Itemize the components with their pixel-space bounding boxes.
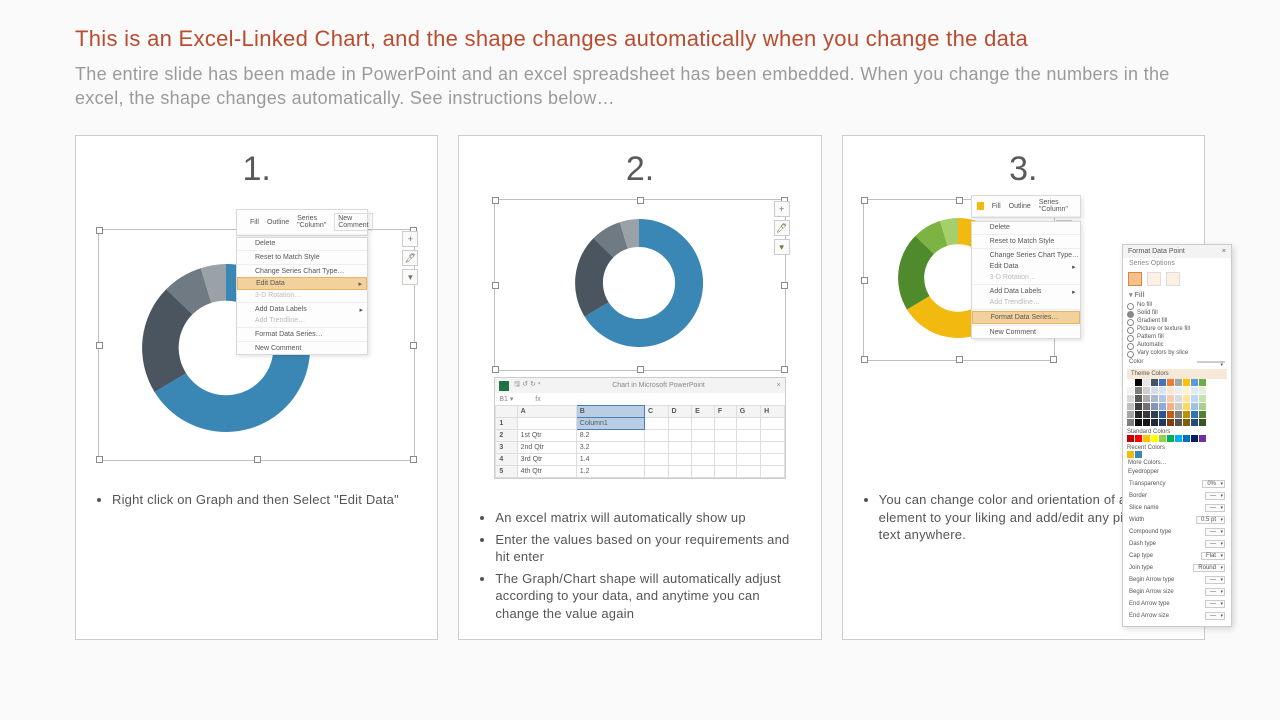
menu-format-series[interactable]: Format Data Series… — [972, 311, 1080, 324]
context-menu-1[interactable]: Delete Reset to Match Style Change Serie… — [236, 237, 368, 355]
card-number: 2. — [479, 150, 800, 189]
more-colors[interactable]: More Colors… — [1127, 458, 1227, 468]
menu-add-labels[interactable]: Add Data Labels▸ — [237, 304, 367, 315]
fill-options[interactable]: No fillSolid fillGradient fillPicture or… — [1123, 301, 1231, 357]
toolbar-fill[interactable]: Fill — [250, 219, 259, 226]
card-number: 3. — [863, 150, 1184, 189]
menu-edit-data[interactable]: Edit Data▸ — [237, 277, 367, 290]
chart-filter-icon[interactable]: ▾ — [402, 269, 418, 285]
toolbar-fill[interactable]: Fill — [992, 203, 1001, 210]
embedded-spreadsheet[interactable]: 🖫 ↺ ↻ ▾ Chart in Microsoft PowerPoint × … — [494, 377, 785, 479]
menu-3d: 3-D Rotation… — [972, 272, 1080, 283]
slide-subtitle: The entire slide has been made in PowerP… — [75, 62, 1205, 111]
sheet-table[interactable]: ABCDEFGH1Column121st Qtr8.232nd Qtr3.243… — [495, 405, 784, 478]
card-2: 2. + 🖊 ▾ 🖫 ↺ ↻ ▾ Chart in Microsoft Powe… — [458, 135, 821, 640]
panel-title: Format Data Point — [1128, 248, 1185, 255]
recent-color-grid[interactable] — [1127, 451, 1227, 458]
context-menu-3[interactable]: Delete Reset to Match Style Change Serie… — [971, 221, 1081, 339]
tab-fill-icon[interactable] — [1128, 272, 1142, 286]
card-2-figure: + 🖊 ▾ 🖫 ↺ ↻ ▾ Chart in Microsoft PowerPo… — [479, 199, 800, 479]
toolbar-series[interactable]: Series "Column" — [297, 215, 326, 229]
chart-brush-icon[interactable]: 🖊 — [402, 250, 418, 266]
menu-trendline: Add Trendline… — [972, 297, 1080, 308]
card-3: 3. + 🖊 ▾ Fill Outline Series "Column" De… — [842, 135, 1205, 640]
card-1: 1. + 🖊 ▾ Fill Outline Series "Column" Ne… — [75, 135, 438, 640]
menu-edit-data[interactable]: Edit Data▸ — [972, 261, 1080, 272]
menu-new-comment[interactable]: New Comment — [237, 343, 367, 354]
menu-new-comment[interactable]: New Comment — [972, 327, 1080, 338]
chart-filter-icon[interactable]: ▾ — [774, 239, 790, 255]
menu-delete[interactable]: Delete — [237, 238, 367, 249]
eyedropper[interactable]: Eyedropper — [1127, 468, 1227, 476]
tab-effects-icon[interactable] — [1147, 272, 1161, 286]
card-number: 1. — [96, 150, 417, 189]
menu-change-type[interactable]: Change Series Chart Type… — [237, 266, 367, 277]
donut-chart-2[interactable] — [559, 203, 719, 363]
excel-icon — [499, 381, 509, 391]
sheet-titlebar: 🖫 ↺ ↻ ▾ Chart in Microsoft PowerPoint × — [495, 378, 784, 393]
card-1-instructions: Right click on Graph and then Select "Ed… — [96, 491, 417, 509]
toolbar-comment[interactable]: New Comment — [334, 213, 372, 231]
std-color-grid[interactable] — [1127, 435, 1227, 442]
panel-tabs[interactable] — [1123, 269, 1231, 289]
panel-close-icon[interactable]: × — [1222, 248, 1226, 255]
menu-3d: 3-D Rotation… — [237, 290, 367, 301]
mini-toolbar[interactable]: Fill Outline Series "Column" — [971, 195, 1081, 218]
menu-format-series[interactable]: Format Data Series… — [237, 329, 367, 340]
chart-plus-icon[interactable]: + — [402, 231, 418, 247]
mini-toolbar[interactable]: Fill Outline Series "Column" New Comment — [236, 209, 368, 236]
instruction-item: Right click on Graph and then Select "Ed… — [112, 491, 417, 509]
card-row: 1. + 🖊 ▾ Fill Outline Series "Column" Ne… — [75, 135, 1205, 640]
card-3-figure: + 🖊 ▾ Fill Outline Series "Column" Delet… — [863, 199, 1184, 479]
menu-add-labels[interactable]: Add Data Labels▸ — [972, 286, 1080, 297]
chart-plus-icon[interactable]: + — [774, 201, 790, 217]
fill-swatch-icon[interactable] — [977, 202, 984, 210]
menu-reset[interactable]: Reset to Match Style — [972, 236, 1080, 247]
sheet-title: Chart in Microsoft PowerPoint — [545, 382, 771, 389]
theme-colors-header: Theme Colors — [1127, 369, 1227, 379]
format-data-point-panel[interactable]: Format Data Point× Series Options ▾ Fill… — [1122, 244, 1232, 627]
instruction-item: Enter the values based on your requireme… — [495, 531, 800, 566]
chart-side-buttons[interactable]: + 🖊 ▾ — [402, 231, 418, 285]
instruction-item: An excel matrix will automatically show … — [495, 509, 800, 527]
menu-delete[interactable]: Delete — [972, 222, 1080, 233]
menu-reset[interactable]: Reset to Match Style — [237, 252, 367, 263]
card-2-instructions: An excel matrix will automatically show … — [479, 509, 800, 622]
toolbar-outline[interactable]: Outline — [1009, 203, 1031, 210]
panel-subtitle: Series Options — [1123, 258, 1231, 269]
sheet-close-icon[interactable]: × — [777, 382, 781, 389]
tab-size-icon[interactable] — [1166, 272, 1180, 286]
slide-title: This is an Excel-Linked Chart, and the s… — [75, 25, 1205, 54]
theme-color-grid[interactable] — [1127, 379, 1227, 426]
menu-change-type[interactable]: Change Series Chart Type… — [972, 250, 1080, 261]
menu-trendline: Add Trendline… — [237, 315, 367, 326]
toolbar-series[interactable]: Series "Column" — [1039, 199, 1075, 213]
chart-brush-icon[interactable]: 🖊 — [774, 220, 790, 236]
toolbar-outline[interactable]: Outline — [267, 219, 289, 226]
instruction-item: The Graph/Chart shape will automatically… — [495, 570, 800, 623]
card-1-figure: + 🖊 ▾ Fill Outline Series "Column" New C… — [96, 199, 417, 479]
chart-side-buttons[interactable]: + 🖊 ▾ — [774, 201, 790, 255]
